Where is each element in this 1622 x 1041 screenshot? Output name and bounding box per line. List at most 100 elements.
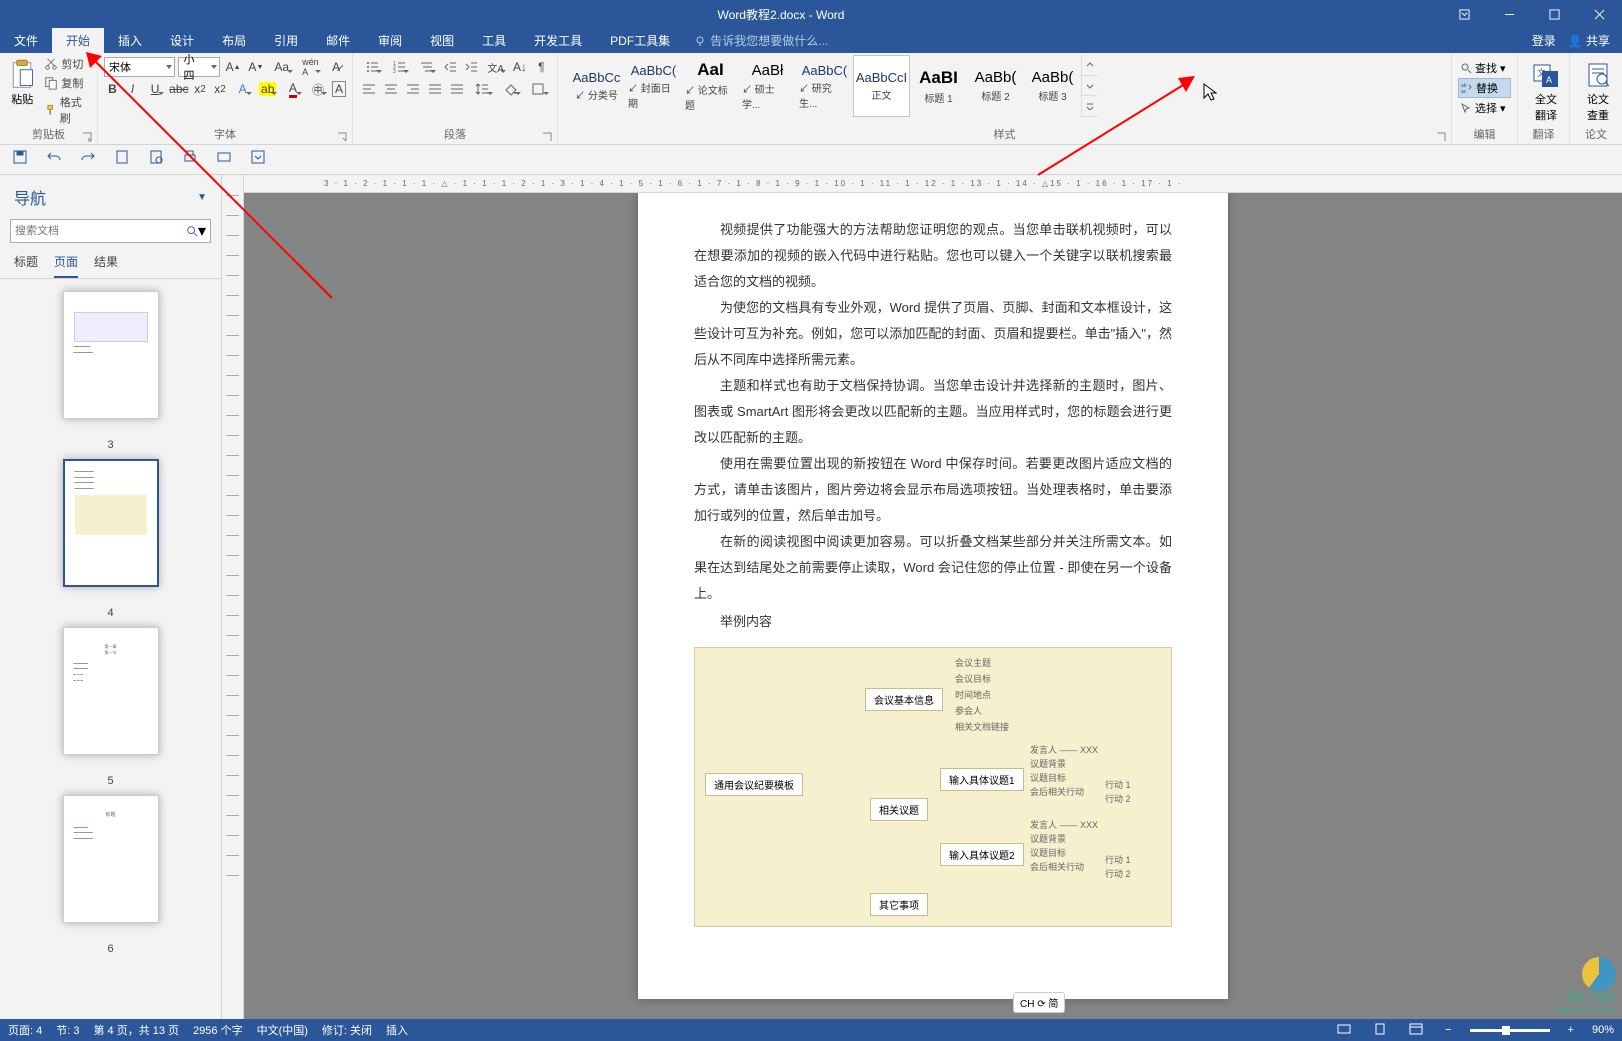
shrink-font-button[interactable]: A▼: [246, 57, 266, 77]
tab-references[interactable]: 引用: [260, 28, 312, 53]
bullet-list-button[interactable]: [359, 57, 384, 77]
style-item-0[interactable]: AaBbCc↙ 分类号: [568, 55, 625, 117]
qat-save-button[interactable]: [12, 149, 28, 170]
nav-thumbnail-6[interactable]: 标题━━━━━━━━━━━━━━━━━━━━━━6: [63, 795, 159, 955]
tab-insert[interactable]: 插入: [104, 28, 156, 53]
align-right-button[interactable]: [403, 79, 423, 99]
styles-dialog-launcher[interactable]: [1436, 129, 1448, 141]
status-track-changes[interactable]: 修订: 关闭: [322, 1022, 372, 1038]
zoom-level[interactable]: 90%: [1592, 1024, 1614, 1036]
nav-tab-results[interactable]: 结果: [94, 253, 118, 278]
ime-badge[interactable]: CH ⟳ 简: [1013, 992, 1065, 1013]
sort-button[interactable]: A↓: [510, 57, 529, 77]
font-name-select[interactable]: 宋体: [104, 57, 175, 77]
phonetic-guide-button[interactable]: wénA: [298, 57, 324, 77]
status-insert-mode[interactable]: 插入: [386, 1022, 408, 1038]
tab-mailings[interactable]: 邮件: [312, 28, 364, 53]
close-button[interactable]: [1577, 0, 1622, 28]
asian-layout-button[interactable]: 文A: [483, 57, 508, 77]
paste-button[interactable]: 粘贴: [6, 55, 38, 127]
view-read-mode[interactable]: [1333, 1022, 1355, 1039]
decrease-indent-button[interactable]: [440, 57, 459, 77]
status-language[interactable]: 中文(中国): [257, 1022, 308, 1038]
nav-search-input[interactable]: [15, 225, 186, 237]
show-marks-button[interactable]: ¶: [532, 57, 551, 77]
superscript-button[interactable]: x2: [212, 79, 229, 99]
paragraph-dialog-launcher[interactable]: [542, 129, 554, 141]
tab-file[interactable]: 文件: [0, 28, 52, 53]
vertical-ruler[interactable]: [222, 175, 244, 1019]
enclose-char-button[interactable]: ㊥: [307, 79, 329, 99]
horizontal-ruler[interactable]: 3 · 1 · 2 · 1 · 1 · 1 · △ · 1 · 1 · 1 · …: [244, 175, 1622, 193]
qat-print-preview-button[interactable]: [148, 149, 164, 170]
style-item-3[interactable]: AaBł↙ 硕士学...: [739, 55, 796, 117]
nav-tab-headings[interactable]: 标题: [14, 253, 38, 278]
tab-tools[interactable]: 工具: [468, 28, 520, 53]
nav-thumbnail-3[interactable]: ━━━━━━━━━━━━━━━3: [63, 291, 159, 451]
font-color-button[interactable]: A: [282, 79, 304, 99]
nav-search-box[interactable]: ▾: [10, 219, 211, 243]
tab-review[interactable]: 审阅: [364, 28, 416, 53]
select-button[interactable]: 选择 ▾: [1458, 99, 1511, 117]
change-case-button[interactable]: Aa: [269, 57, 295, 77]
status-page-of[interactable]: 第 4 页，共 13 页: [93, 1022, 179, 1038]
font-dialog-launcher[interactable]: [337, 129, 349, 141]
zoom-in-button[interactable]: +: [1564, 1024, 1578, 1036]
highlight-button[interactable]: ab: [257, 79, 279, 99]
replace-button[interactable]: abac替换: [1458, 78, 1511, 98]
align-center-button[interactable]: [381, 79, 401, 99]
line-spacing-button[interactable]: [469, 79, 495, 99]
clipboard-dialog-launcher[interactable]: [82, 129, 94, 141]
qat-customize-button[interactable]: [250, 149, 266, 170]
grow-font-button[interactable]: A▲: [223, 57, 243, 77]
minimize-button[interactable]: [1487, 0, 1532, 28]
char-border-button[interactable]: A: [332, 81, 346, 97]
nav-tab-pages[interactable]: 页面: [54, 253, 78, 278]
font-size-select[interactable]: 小四: [178, 57, 220, 77]
style-item-1[interactable]: AaBbC(↙ 封面日期: [625, 55, 682, 117]
tab-home[interactable]: 开始: [52, 28, 104, 53]
shading-button[interactable]: [497, 79, 523, 99]
align-left-button[interactable]: [359, 79, 379, 99]
share-button[interactable]: 👤 共享: [1568, 32, 1610, 49]
nav-thumbnail-5[interactable]: 第一章第一节━━━━━━━━━━━━━ ━ ━━ ━ ━5: [63, 627, 159, 787]
zoom-out-button[interactable]: −: [1441, 1024, 1455, 1036]
translate-button[interactable]: 文A 全文 翻译: [1524, 55, 1568, 123]
borders-button[interactable]: [525, 79, 551, 99]
cut-button[interactable]: 剪切: [42, 55, 91, 73]
check-button[interactable]: 论文 查重: [1576, 55, 1620, 123]
tab-pdf[interactable]: PDF工具集: [596, 28, 684, 53]
styles-scroll-down[interactable]: [1082, 76, 1097, 97]
number-list-button[interactable]: 123: [386, 57, 411, 77]
find-button[interactable]: 查找 ▾: [1458, 59, 1511, 77]
navpane-dropdown[interactable]: ▼: [197, 192, 207, 203]
align-distributed-button[interactable]: [447, 79, 467, 99]
tab-view[interactable]: 视图: [416, 28, 468, 53]
styles-expand[interactable]: [1082, 96, 1097, 117]
status-page[interactable]: 页面: 4: [8, 1022, 42, 1038]
tab-developer[interactable]: 开发工具: [520, 28, 596, 53]
qat-undo-button[interactable]: [46, 149, 62, 170]
underline-button[interactable]: U: [144, 79, 166, 99]
ribbon-display-options[interactable]: [1442, 0, 1487, 28]
style-item-8[interactable]: AaBb(标题 3: [1024, 55, 1081, 117]
maximize-button[interactable]: [1532, 0, 1577, 28]
copy-button[interactable]: 复制: [42, 74, 91, 92]
styles-scroll-up[interactable]: [1082, 55, 1097, 76]
qat-more-button[interactable]: [216, 149, 232, 170]
qat-redo-button[interactable]: [80, 149, 96, 170]
tab-design[interactable]: 设计: [156, 28, 208, 53]
style-item-2[interactable]: AaI↙ 论文标题: [682, 55, 739, 117]
qat-print-button[interactable]: [182, 149, 198, 170]
bold-button[interactable]: B: [104, 79, 121, 99]
clear-formatting-button[interactable]: A̷: [326, 57, 346, 77]
increase-indent-button[interactable]: [462, 57, 481, 77]
login-link[interactable]: 登录: [1532, 32, 1556, 49]
align-justify-button[interactable]: [425, 79, 445, 99]
style-item-5[interactable]: AaBbCcI正文: [853, 55, 910, 117]
view-print-layout[interactable]: [1369, 1022, 1391, 1039]
tab-layout[interactable]: 布局: [208, 28, 260, 53]
status-section[interactable]: 节: 3: [56, 1022, 79, 1038]
qat-new-button[interactable]: [114, 149, 130, 170]
document-canvas[interactable]: 视频提供了功能强大的方法帮助您证明您的观点。当您单击联机视频时，可以在想要添加的…: [244, 193, 1622, 1019]
